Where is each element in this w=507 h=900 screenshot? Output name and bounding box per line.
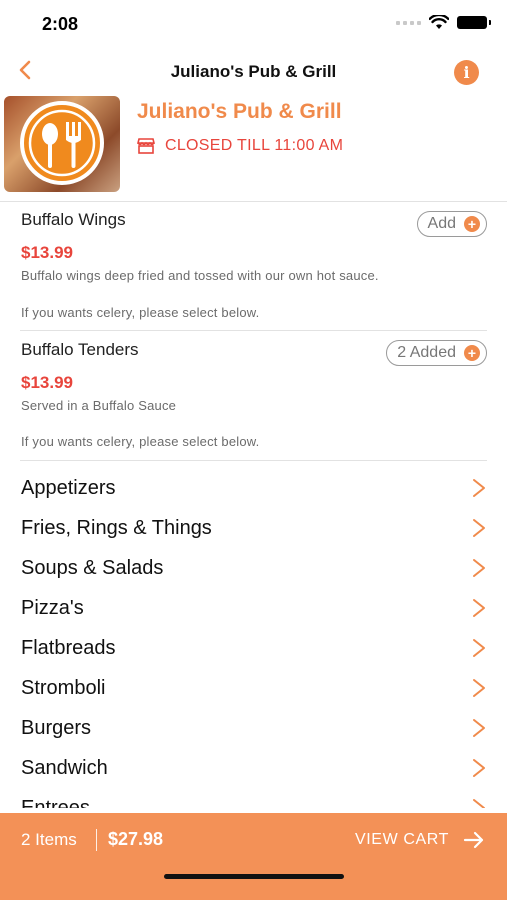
category-label: Pizza's — [21, 597, 84, 619]
wifi-icon — [429, 15, 449, 29]
added-button-label: 2 Added — [397, 344, 456, 361]
cart-bar[interactable]: 2 Items $27.98 VIEW CART — [0, 813, 507, 900]
chevron-right-icon — [473, 519, 485, 537]
category-label: Stromboli — [21, 677, 106, 699]
category-label: Appetizers — [21, 477, 116, 499]
divider — [0, 201, 507, 202]
store-icon — [137, 138, 155, 154]
item-note: If you wants celery, please select below… — [21, 305, 260, 320]
category-row-pizzas[interactable]: Pizza's — [0, 588, 507, 628]
status-icons — [396, 15, 491, 30]
added-button[interactable]: 2 Added + — [386, 340, 487, 366]
restaurant-name: Juliano's Pub & Grill — [137, 100, 342, 123]
category-label: Fries, Rings & Things — [21, 517, 212, 539]
category-row-appetizers[interactable]: Appetizers — [0, 468, 507, 508]
item-description: Served in a Buffalo Sauce — [21, 398, 177, 413]
category-row-flatbreads[interactable]: Flatbreads — [0, 628, 507, 668]
category-row-fries-rings-things[interactable]: Fries, Rings & Things — [0, 508, 507, 548]
closed-status-text: CLOSED TILL 11:00 AM — [165, 137, 344, 154]
category-row-soups-salads[interactable]: Soups & Salads — [0, 548, 507, 588]
item-note: If you wants celery, please select below… — [21, 434, 260, 449]
category-label: Flatbreads — [21, 637, 116, 659]
category-row-stromboli[interactable]: Stromboli — [0, 668, 507, 708]
item-price: $13.99 — [21, 243, 73, 262]
add-button-label: Add — [427, 215, 456, 232]
view-cart-button[interactable]: VIEW CART — [355, 831, 449, 849]
chevron-right-icon — [473, 799, 485, 808]
divider — [20, 460, 487, 461]
category-label: Burgers — [21, 717, 92, 739]
restaurant-status: CLOSED TILL 11:00 AM — [137, 137, 343, 155]
item-name: Buffalo Tenders — [21, 340, 139, 359]
cart-total: $27.98 — [108, 829, 164, 849]
status-time: 2:08 — [42, 14, 79, 34]
category-row-sandwich[interactable]: Sandwich — [0, 748, 507, 788]
battery-icon — [457, 16, 491, 29]
category-label: Soups & Salads — [21, 557, 164, 579]
nav-bar: Juliano's Pub & Grill i — [0, 52, 507, 92]
cellular-signal-icon — [396, 20, 421, 25]
status-bar: 2:08 — [0, 0, 507, 50]
plus-icon: + — [464, 216, 480, 232]
restaurant-header: Juliano's Pub & Grill CLOSED TILL 11:00 … — [0, 94, 507, 200]
divider — [20, 330, 487, 331]
chevron-right-icon — [473, 679, 485, 697]
chevron-right-icon — [473, 599, 485, 617]
category-row-entrees[interactable]: Entrees — [0, 788, 507, 808]
chevron-right-icon — [473, 559, 485, 577]
chevron-right-icon — [473, 479, 485, 497]
category-list: Appetizers Fries, Rings & Things Soups &… — [0, 468, 507, 808]
category-row-burgers[interactable]: Burgers — [0, 708, 507, 748]
menu-item-buffalo-tenders[interactable]: Buffalo Tenders 2 Added + $13.99 Served … — [0, 340, 507, 458]
restaurant-logo — [4, 96, 120, 192]
item-price: $13.99 — [21, 373, 73, 392]
page-title: Juliano's Pub & Grill — [170, 62, 337, 81]
home-indicator[interactable] — [164, 874, 344, 879]
chevron-right-icon — [473, 759, 485, 777]
item-name: Buffalo Wings — [21, 210, 126, 229]
cart-item-count: 2 Items — [21, 830, 77, 849]
info-icon[interactable]: i — [454, 60, 479, 85]
arrow-right-icon[interactable] — [463, 830, 485, 850]
chevron-right-icon — [473, 719, 485, 737]
menu-item-buffalo-wings[interactable]: Buffalo Wings Add + $13.99 Buffalo wings… — [0, 210, 507, 328]
item-description: Buffalo wings deep fried and tossed with… — [21, 268, 379, 283]
category-label: Entrees — [21, 797, 90, 808]
plus-icon: + — [464, 345, 480, 361]
cart-separator — [96, 829, 97, 851]
chevron-right-icon — [473, 639, 485, 657]
category-label: Sandwich — [21, 757, 108, 779]
add-button[interactable]: Add + — [416, 211, 487, 237]
